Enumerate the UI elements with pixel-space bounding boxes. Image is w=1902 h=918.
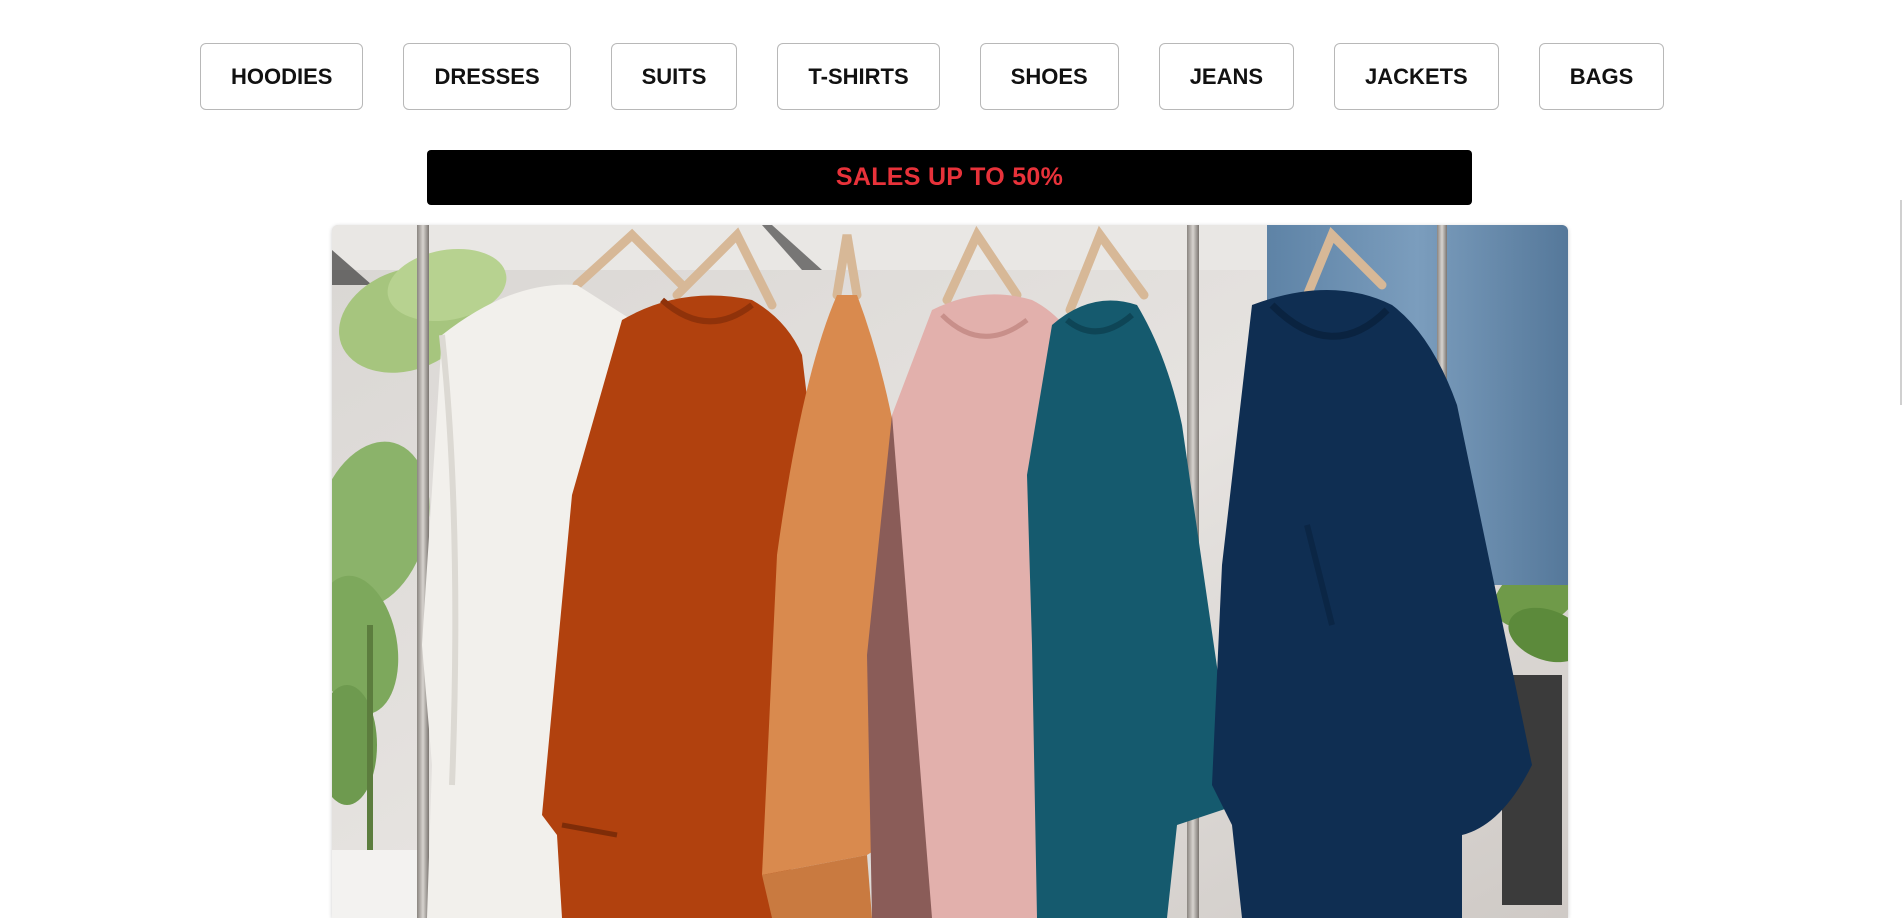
category-button-shoes[interactable]: SHOES [979, 43, 1119, 110]
category-button-t-shirts[interactable]: T-SHIRTS [777, 43, 940, 110]
category-button-jeans[interactable]: JEANS [1158, 43, 1295, 110]
category-button-suits[interactable]: SUITS [610, 43, 738, 110]
page: HOODIES DRESSES SUITS T-SHIRTS SHOES JEA… [0, 0, 1902, 918]
category-button-bags[interactable]: BAGS [1538, 43, 1665, 110]
sale-banner-text: SALES UP TO 50% [835, 163, 1064, 191]
category-nav: HOODIES DRESSES SUITS T-SHIRTS SHOES JEA… [200, 43, 1665, 110]
category-button-dresses[interactable]: DRESSES [403, 43, 571, 110]
hero-image-clothing-rack [332, 225, 1568, 918]
sale-banner[interactable]: SALES UP TO 50% [427, 150, 1472, 205]
category-button-hoodies[interactable]: HOODIES [200, 43, 364, 110]
category-button-jackets[interactable]: JACKETS [1334, 43, 1499, 110]
